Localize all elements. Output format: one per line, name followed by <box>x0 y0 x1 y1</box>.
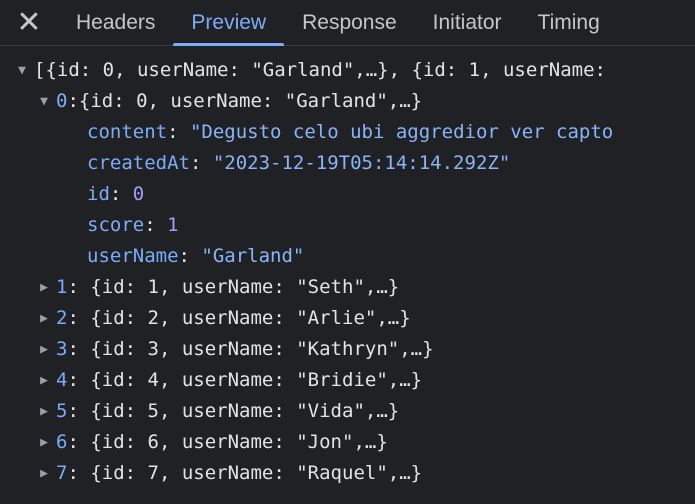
property-value: "Degusto celo ubi aggredior ver capto <box>189 121 614 143</box>
property-row: createdAt: "2023-12-19T05:14:14.292Z" <box>0 148 695 179</box>
tab-response[interactable]: Response <box>284 0 415 45</box>
item-index: 0 <box>56 90 68 112</box>
item-summary: {id: 7, userName: "Raquel",…} <box>90 462 423 484</box>
item-index: 4 <box>56 369 68 391</box>
tab-preview[interactable]: Preview <box>173 0 284 46</box>
tab-headers[interactable]: Headers <box>58 0 173 45</box>
property-key: userName <box>87 245 179 267</box>
property-key: createdAt <box>87 152 190 174</box>
tree-item-row[interactable]: ▶ 4: {id: 4, userName: "Bridie",…} <box>0 365 695 396</box>
item-index: 6 <box>56 431 68 453</box>
tree-item-row[interactable]: ▶ 7: {id: 7, userName: "Raquel",…} <box>0 458 695 489</box>
item-summary: {id: 3, userName: "Kathryn",…} <box>90 338 434 360</box>
property-row: userName: "Garland" <box>0 241 695 272</box>
expand-triangle-icon[interactable]: ▼ <box>10 55 34 86</box>
property-value: 1 <box>167 214 179 236</box>
collapse-triangle-icon[interactable]: ▶ <box>32 365 56 396</box>
property-value: "Garland" <box>201 245 305 267</box>
collapse-triangle-icon[interactable]: ▶ <box>32 334 56 365</box>
item-summary: {id: 4, userName: "Bridie",…} <box>90 369 423 391</box>
tree-item-row[interactable]: ▶ 3: {id: 3, userName: "Kathryn",…} <box>0 334 695 365</box>
item-summary: {id: 6, userName: "Jon",…} <box>90 431 388 453</box>
property-row: id: 0 <box>0 179 695 210</box>
collapse-triangle-icon[interactable]: ▶ <box>32 458 56 489</box>
root-summary: [{id: 0, userName: "Garland",…}, {id: 1,… <box>34 59 606 81</box>
tab-initiator[interactable]: Initiator <box>415 0 520 45</box>
property-key: id <box>87 183 110 205</box>
item-summary: {id: 1, userName: "Seth",…} <box>90 276 400 298</box>
tree-item-row[interactable]: ▶ 5: {id: 5, userName: "Vida",…} <box>0 396 695 427</box>
item-summary: {id: 5, userName: "Vida",…} <box>90 400 400 422</box>
item-index: 7 <box>56 462 68 484</box>
collapse-triangle-icon[interactable]: ▶ <box>32 396 56 427</box>
expand-triangle-icon[interactable]: ▼ <box>32 86 56 117</box>
collapse-triangle-icon[interactable]: ▶ <box>32 272 56 303</box>
close-icon[interactable]: ✕ <box>0 0 58 45</box>
tree-item-row[interactable]: ▶ 1: {id: 1, userName: "Seth",…} <box>0 272 695 303</box>
item-index: 3 <box>56 338 68 360</box>
item-index: 2 <box>56 307 68 329</box>
collapse-triangle-icon[interactable]: ▶ <box>32 427 56 458</box>
tree-root-row[interactable]: ▼ [{id: 0, userName: "Garland",…}, {id: … <box>0 55 695 86</box>
property-row: score: 1 <box>0 210 695 241</box>
item-index: 1 <box>56 276 68 298</box>
property-row: content: "Degusto celo ubi aggredior ver… <box>0 117 695 148</box>
tree-item-row[interactable]: ▼ 0: {id: 0, userName: "Garland",…} <box>0 86 695 117</box>
property-value: 0 <box>132 183 145 205</box>
tree-item-row[interactable]: ▶ 2: {id: 2, userName: "Arlie",…} <box>0 303 695 334</box>
property-key: score <box>87 214 145 236</box>
json-preview-tree: ▼ [{id: 0, userName: "Garland",…}, {id: … <box>0 46 695 489</box>
property-key: content <box>87 121 168 143</box>
item-summary: {id: 2, userName: "Arlie",…} <box>90 307 411 329</box>
tab-timing[interactable]: Timing <box>520 0 618 45</box>
item-index: 5 <box>56 400 68 422</box>
collapse-triangle-icon[interactable]: ▶ <box>32 303 56 334</box>
property-value: "2023-12-19T05:14:14.292Z" <box>212 152 511 174</box>
item-summary: {id: 0, userName: "Garland",…} <box>78 90 423 112</box>
devtools-tab-bar: ✕ Headers Preview Response Initiator Tim… <box>0 0 695 46</box>
tree-item-row[interactable]: ▶ 6: {id: 6, userName: "Jon",…} <box>0 427 695 458</box>
